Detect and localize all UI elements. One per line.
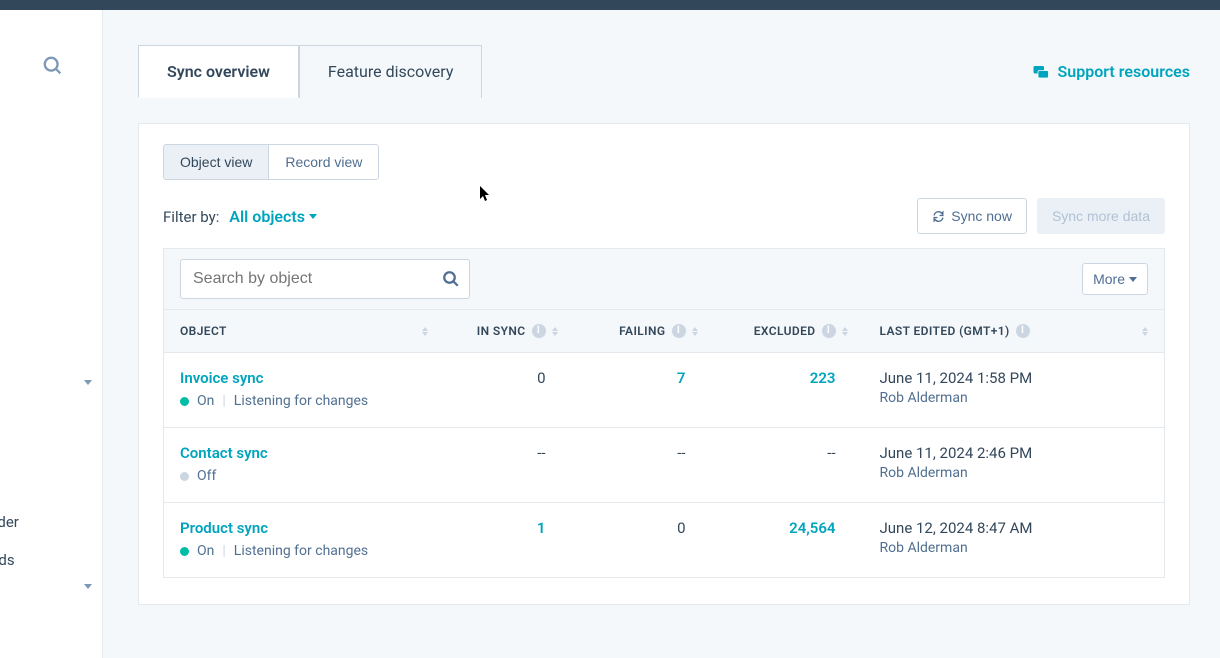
column-in-sync-label: IN SYNC [477,324,526,338]
chat-icon [1032,63,1050,81]
table-row: Invoice sync On|Listening for changes 0722… [164,353,1165,428]
filter-dropdown[interactable]: All objects [229,207,317,226]
search-icon[interactable] [442,270,460,288]
in-sync-value: -- [444,428,574,503]
sync-status: On|Listening for changes [180,393,428,409]
table-row: Product sync On|Listening for changes 1024… [164,503,1165,578]
column-failing-label: FAILING [619,324,665,338]
failing-value[interactable]: 7 [574,353,714,428]
record-view-button[interactable]: Record view [269,145,378,179]
status-dot-icon [180,472,189,481]
sort-icon[interactable] [422,327,428,336]
column-excluded[interactable]: EXCLUDED i [714,310,864,353]
excluded-value[interactable]: 223 [714,353,864,428]
sync-name-link[interactable]: Product sync [180,519,428,537]
sync-more-data-button: Sync more data [1037,198,1165,234]
sync-status: Off [180,468,428,484]
status-dot-icon [180,547,189,556]
object-view-button[interactable]: Object view [164,145,269,179]
table-row: Contact syncOff------June 11, 2024 2:46 … [164,428,1165,503]
column-object[interactable]: OBJECT [164,310,444,353]
more-button[interactable]: More [1082,263,1148,295]
sort-icon[interactable] [1142,327,1148,336]
info-icon[interactable]: i [532,324,546,338]
excluded-value: -- [714,428,864,503]
filter-value: All objects [229,207,305,226]
in-sync-value[interactable]: 1 [444,503,574,578]
sidebar-item[interactable]: loads [0,541,102,579]
sidebar-item[interactable] [0,375,102,395]
sync-name-link[interactable]: Invoice sync [180,369,428,387]
last-edited-value: June 12, 2024 8:47 AMRob Alderman [864,503,1165,578]
tab-sync-overview[interactable]: Sync overview [138,45,299,98]
sidebar-item[interactable]: cs [0,579,102,617]
search-icon[interactable] [42,55,64,77]
tab-feature-discovery[interactable]: Feature discovery [299,45,482,98]
info-icon[interactable]: i [672,324,686,338]
info-icon[interactable]: i [1016,324,1030,338]
chevron-down-icon [84,385,92,403]
top-bar [0,0,1220,10]
last-edited-value: June 11, 2024 1:58 PMRob Alderman [864,353,1165,428]
column-failing[interactable]: FAILING i [574,310,714,353]
search-input[interactable] [180,259,470,299]
tabs: Sync overview Feature discovery [138,45,482,98]
status-dot-icon [180,397,189,406]
support-resources-link[interactable]: Support resources [1032,62,1190,81]
column-object-label: OBJECT [180,324,227,338]
sync-name-link[interactable]: Contact sync [180,444,428,462]
last-edited-value: June 11, 2024 2:46 PMRob Alderman [864,428,1165,503]
sidebar: es cts ovider loads cs [0,10,103,658]
info-icon[interactable]: i [822,324,836,338]
sidebar-item[interactable]: cts [0,465,102,503]
sync-status: On|Listening for changes [180,543,428,559]
sort-icon[interactable] [842,327,848,336]
view-toggle: Object view Record view [163,144,379,180]
refresh-icon [932,210,945,223]
chevron-down-icon [84,589,92,607]
sync-table: OBJECT IN SYNC i [163,309,1165,578]
sort-icon[interactable] [552,327,558,336]
in-sync-value: 0 [444,353,574,428]
column-last-edited-label: LAST EDITED (GMT+1) [880,324,1010,338]
more-label: More [1093,271,1125,287]
excluded-value[interactable]: 24,564 [714,503,864,578]
sync-card: Object view Record view Filter by: All o… [138,123,1190,605]
column-in-sync[interactable]: IN SYNC i [444,310,574,353]
support-resources-label: Support resources [1058,62,1190,81]
filter-label: Filter by: [163,208,219,226]
sidebar-item[interactable]: ovider [0,503,102,541]
chevron-down-icon [309,214,317,219]
column-last-edited[interactable]: LAST EDITED (GMT+1) i [864,310,1165,353]
sync-now-label: Sync now [951,208,1012,224]
sidebar-item[interactable]: es [0,137,102,175]
sync-now-button[interactable]: Sync now [917,198,1027,234]
chevron-down-icon [1129,277,1137,282]
failing-value: -- [574,428,714,503]
sort-icon[interactable] [692,327,698,336]
column-excluded-label: EXCLUDED [754,324,816,338]
failing-value: 0 [574,503,714,578]
